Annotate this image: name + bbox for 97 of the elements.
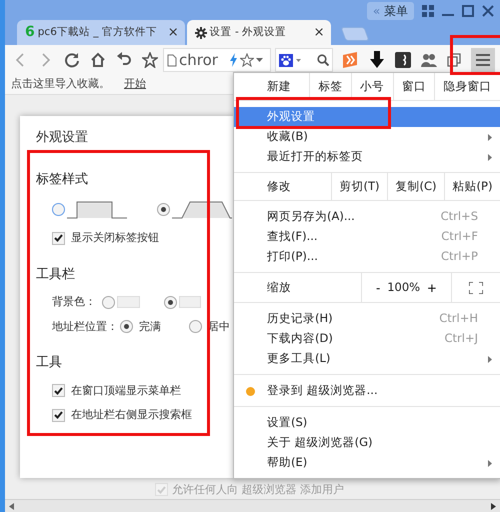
menu-item[interactable]: 收藏(B): [234, 127, 500, 147]
section-heading: 标签样式: [36, 170, 89, 188]
submenu-arrow-icon: [488, 460, 492, 466]
chevrons-icon[interactable]: [341, 52, 359, 68]
menu-toggle[interactable]: « 菜单: [366, 2, 414, 20]
radio-button[interactable]: [102, 296, 115, 309]
menu-item[interactable]: 打印(P)... Ctrl+P: [234, 247, 500, 267]
close-icon[interactable]: [482, 5, 494, 17]
site-logo: 6: [25, 23, 35, 42]
option-label: 地址栏位置：: [52, 318, 114, 334]
import-hint: 点击这里导入收藏。: [11, 76, 110, 92]
menu-button[interactable]: 隐身窗口: [434, 73, 500, 100]
caret-icon[interactable]: [256, 58, 263, 62]
menu-item[interactable]: 设置(S): [234, 413, 500, 433]
radio-button[interactable]: [164, 296, 176, 309]
star-icon[interactable]: [142, 52, 158, 68]
checkbox-label: 显示关闭标签按钮: [71, 230, 159, 246]
address-field[interactable]: chror: [163, 48, 271, 72]
dialog-title: 外观设置: [36, 129, 89, 147]
menu-button[interactable]: 复制(C): [387, 173, 444, 200]
menu-item[interactable]: 登录到 超级浏览器...: [234, 381, 500, 401]
menu-label: 修改: [266, 178, 292, 195]
scroll-left-icon[interactable]: [9, 502, 14, 510]
submenu-arrow-icon: [488, 154, 492, 160]
home-icon[interactable]: [90, 52, 106, 68]
checkbox[interactable]: [52, 384, 65, 398]
submenu-arrow-icon: [488, 134, 492, 140]
menu-item[interactable]: 最近打开的标签页: [234, 147, 500, 167]
checkbox-label: 在窗口顶端显示菜单栏: [71, 382, 181, 398]
menu-button[interactable]: 小号: [350, 73, 392, 100]
menu-button[interactable]: [471, 48, 495, 72]
download-icon[interactable]: [369, 51, 385, 69]
settings-icon: [194, 26, 207, 38]
highlight-frame: [450, 35, 500, 75]
close-button[interactable]: ×: [306, 22, 324, 42]
tab-style-drawing: [67, 199, 127, 220]
checkbox[interactable]: [155, 483, 168, 496]
menu-item[interactable]: 下载内容(D) Ctrl+J: [234, 329, 500, 349]
color-swatch: [117, 296, 140, 308]
start-link[interactable]: 开始: [124, 76, 146, 93]
checkbox-label: 在地址栏右侧显示搜索框: [71, 407, 192, 423]
star-icon[interactable]: [240, 53, 254, 67]
menu-item[interactable]: 历史记录(H) Ctrl+H: [234, 309, 500, 329]
fullscreen-icon: [469, 282, 483, 294]
tab-style-drawing: [172, 199, 232, 220]
paw-icon[interactable]: [279, 54, 293, 66]
menu-button[interactable]: 窗口: [392, 73, 434, 100]
menu-button[interactable]: 粘贴(P): [444, 173, 500, 200]
shortcut-text: Ctrl+S: [440, 208, 478, 226]
checkbox[interactable]: [52, 232, 65, 245]
grid-icon[interactable]: [422, 5, 434, 17]
menu-item[interactable]: 关于 超级浏览器(G): [234, 433, 500, 453]
section-heading: 工具栏: [36, 266, 76, 284]
shortcut-text: Ctrl+F: [441, 228, 478, 246]
shortcut-text: Ctrl+J: [444, 330, 478, 348]
shortcut-text: Ctrl+H: [439, 310, 478, 328]
scrollbar[interactable]: [5, 499, 500, 512]
caret-icon[interactable]: [296, 58, 301, 62]
browser-tab[interactable]: 设置 - 外观设置 ×: [186, 20, 330, 45]
radio-button[interactable]: [120, 320, 133, 334]
lightning-icon[interactable]: [229, 53, 238, 67]
close-button[interactable]: ×: [160, 22, 179, 42]
menu-item[interactable]: 外观设置: [234, 107, 500, 127]
search-field[interactable]: [275, 48, 333, 72]
radio-button[interactable]: [189, 320, 202, 334]
menu-item[interactable]: 帮助(E): [234, 453, 500, 473]
page-icon: [167, 54, 177, 66]
menu-item[interactable]: 网页另存为(A)... Ctrl+S: [234, 207, 500, 227]
zoom-value: 100%: [387, 278, 420, 296]
book-icon[interactable]: [395, 52, 411, 68]
menu-icon: [476, 54, 490, 66]
zoom-out-button[interactable]: -: [372, 278, 384, 296]
reload-icon[interactable]: [64, 52, 80, 68]
shortcut-text: Ctrl+P: [440, 248, 478, 266]
undo-icon[interactable]: [116, 52, 132, 68]
radio-button[interactable]: [52, 203, 65, 216]
option-label: 背景色：: [52, 294, 96, 310]
checkbox[interactable]: [52, 408, 65, 422]
zoom-in-button[interactable]: +: [422, 278, 441, 296]
menu-label: 缩放: [266, 278, 292, 296]
menu-button[interactable]: 新建: [234, 73, 309, 100]
menu-button[interactable]: 剪切(T): [331, 173, 388, 200]
radio-button[interactable]: [157, 203, 170, 216]
browser-tab[interactable]: 6 pc6下載站 _ 官方软件下 ×: [17, 20, 185, 45]
window-icon[interactable]: [447, 53, 461, 67]
color-swatch: [178, 296, 201, 308]
checkbox-label: 允许任何人向 超级浏览器 添加用户: [172, 482, 344, 498]
scroll-right-icon[interactable]: [491, 502, 496, 510]
menu-button[interactable]: 标签: [309, 73, 351, 100]
people-icon[interactable]: [421, 53, 437, 67]
search-icon[interactable]: [317, 54, 329, 66]
submenu-arrow-icon: [488, 356, 492, 362]
menu-item[interactable]: 查找(F)... Ctrl+F: [234, 227, 500, 247]
maximize-icon[interactable]: [462, 5, 474, 17]
section-heading: 工具: [36, 354, 63, 372]
radio-label: 完满: [139, 318, 161, 334]
menu-item[interactable]: 更多工具(L): [234, 349, 500, 369]
